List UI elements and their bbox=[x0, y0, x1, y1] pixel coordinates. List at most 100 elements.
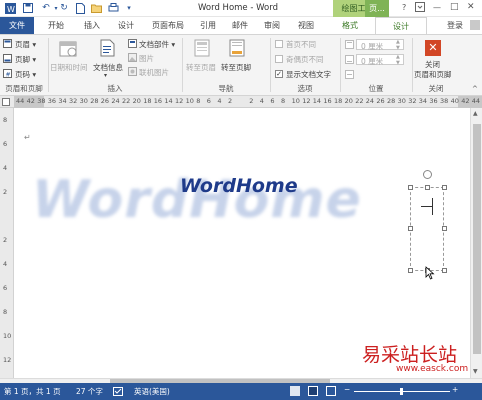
goto-footer-button[interactable]: 转至页脚 bbox=[221, 62, 251, 73]
footer-button[interactable]: 页脚 ▾ bbox=[15, 54, 36, 65]
wordart-text[interactable]: WordHome bbox=[180, 175, 298, 197]
print-preview-icon[interactable] bbox=[107, 2, 119, 14]
web-layout-icon[interactable] bbox=[326, 386, 336, 396]
tab-format[interactable]: 格式 bbox=[333, 17, 367, 34]
header-position-spinner-icon[interactable]: ▲ ▼ bbox=[396, 39, 400, 51]
minimize-button[interactable]: — bbox=[433, 3, 441, 12]
document-info-icon bbox=[99, 39, 117, 57]
resize-handle-bottom-left[interactable] bbox=[408, 268, 413, 273]
footer-position-spinner-icon[interactable]: ▲ ▼ bbox=[396, 54, 400, 66]
ruler-number: 10 bbox=[291, 97, 300, 105]
read-mode-icon[interactable] bbox=[290, 386, 300, 396]
tab-insert[interactable]: 插入 bbox=[76, 17, 108, 34]
footer-position-input[interactable]: 0 厘米 ▲ ▼ bbox=[356, 54, 404, 66]
sign-in-link[interactable]: 登录 bbox=[440, 17, 470, 34]
vertical-ruler-number: 10 bbox=[3, 332, 12, 340]
tab-file[interactable]: 文件 bbox=[0, 17, 34, 34]
selected-textbox[interactable] bbox=[410, 187, 444, 271]
tab-home[interactable]: 开始 bbox=[40, 17, 72, 34]
ruler-number: 2 bbox=[249, 97, 254, 105]
site-watermark-cn: 易采站长站 bbox=[362, 344, 458, 366]
ruler-number: 6 bbox=[270, 97, 275, 105]
footer-position-icon bbox=[345, 55, 354, 64]
zoom-out-icon[interactable]: − bbox=[344, 385, 350, 394]
open-folder-icon[interactable] bbox=[90, 2, 102, 14]
redo-icon[interactable]: ↻ bbox=[58, 2, 70, 14]
scroll-down-icon[interactable]: ▼ bbox=[473, 368, 478, 375]
tab-review[interactable]: 审阅 bbox=[258, 17, 286, 34]
tab-design[interactable]: 设计 bbox=[110, 17, 142, 34]
quick-parts-button[interactable]: 文档部件 ▾ bbox=[139, 39, 175, 50]
different-first-page-checkbox[interactable] bbox=[275, 40, 283, 48]
ruler-number: 4 bbox=[217, 97, 222, 105]
scrollbar-thumb[interactable] bbox=[473, 124, 481, 354]
different-odd-even-checkbox[interactable] bbox=[275, 55, 283, 63]
ruler-number: 26 bbox=[376, 97, 385, 105]
word-count-status[interactable]: 27 个字 bbox=[76, 386, 103, 397]
vertical-scrollbar[interactable]: ▲ ▼ bbox=[470, 108, 482, 378]
resize-handle-top[interactable] bbox=[425, 185, 430, 190]
mouse-pointer-icon bbox=[425, 266, 435, 280]
tab-references[interactable]: 引用 bbox=[194, 17, 222, 34]
document-info-button[interactable]: 文档信息 bbox=[93, 62, 123, 73]
resize-handle-left[interactable] bbox=[408, 226, 413, 231]
quick-parts-icon bbox=[128, 39, 137, 48]
vertical-ruler-number: 2 bbox=[3, 236, 8, 244]
tab-page-layout[interactable]: 页面布局 bbox=[146, 17, 190, 34]
resize-handle-right[interactable] bbox=[442, 226, 447, 231]
title-bar: W ↶ ▾ ↻ ▾ Word Home - Word 绘图工具 页... ? —… bbox=[0, 0, 482, 17]
save-icon[interactable] bbox=[22, 2, 34, 14]
group-label-insert: 插入 bbox=[107, 84, 123, 93]
insert-alignment-tab-icon[interactable] bbox=[345, 70, 354, 79]
zoom-slider-thumb[interactable] bbox=[400, 388, 403, 395]
document-area[interactable]: ↵ WordHome WordHome 易采站长站 www.easck.com bbox=[14, 108, 470, 378]
group-divider bbox=[270, 38, 271, 92]
resize-handle-top-left[interactable] bbox=[408, 185, 413, 190]
horizontal-ruler[interactable]: 44 42 38 36 34 32 30 28 26 24 22 20 18 16 14 12 10 8 6 4 2 2 4… bbox=[0, 96, 482, 108]
tab-selector-icon[interactable] bbox=[2, 98, 10, 106]
zoom-in-icon[interactable]: + bbox=[452, 385, 458, 394]
header-position-input[interactable]: 0 厘米 ▲ ▼ bbox=[356, 39, 404, 51]
header-button[interactable]: 页眉 ▾ bbox=[15, 39, 36, 50]
online-picture-button[interactable]: 联机图片 bbox=[139, 67, 169, 78]
text-cursor bbox=[432, 198, 433, 215]
close-window-button[interactable]: ✕ bbox=[467, 2, 475, 12]
proofing-icon[interactable] bbox=[113, 387, 123, 396]
tab-view[interactable]: 视图 bbox=[292, 17, 320, 34]
tab-mailings[interactable]: 邮件 bbox=[226, 17, 254, 34]
goto-footer-icon bbox=[228, 39, 246, 57]
scroll-up-icon[interactable]: ▲ bbox=[473, 110, 478, 117]
collapse-ribbon-icon[interactable]: ^ bbox=[472, 85, 478, 93]
ruler-number: 18 bbox=[334, 97, 343, 105]
ruler-number: 8 bbox=[196, 97, 201, 105]
page-number-icon: # bbox=[3, 69, 13, 79]
ruler-number: 4 bbox=[259, 97, 264, 105]
resize-handle-bottom-right[interactable] bbox=[442, 268, 447, 273]
goto-header-icon bbox=[193, 39, 211, 57]
page-number-button[interactable]: 页码 ▾ bbox=[15, 69, 36, 80]
close-header-footer-label-2[interactable]: 页眉和页脚 bbox=[414, 69, 452, 80]
word-app-icon[interactable]: W bbox=[4, 2, 16, 14]
tab-design-active[interactable]: 设计 bbox=[375, 17, 427, 34]
group-divider bbox=[182, 38, 183, 92]
close-header-footer-icon[interactable]: ✕ bbox=[425, 40, 441, 56]
ruler-number: 12 bbox=[175, 97, 184, 105]
resize-handle-top-right[interactable] bbox=[442, 185, 447, 190]
rotate-handle[interactable] bbox=[423, 170, 432, 179]
goto-header-button[interactable]: 转至页眉 bbox=[186, 62, 216, 73]
language-status[interactable]: 英语(美国) bbox=[134, 386, 170, 397]
ruler-number: 8 bbox=[281, 97, 286, 105]
ruler-number: 14 bbox=[164, 97, 173, 105]
help-button[interactable]: ? bbox=[402, 3, 406, 12]
date-time-button[interactable]: 日期和时间 bbox=[50, 62, 88, 73]
show-document-text-checkbox[interactable]: ✓ bbox=[275, 70, 283, 78]
vertical-ruler[interactable]: 8 6 4 2 2 4 6 8 10 12 bbox=[0, 108, 14, 378]
customize-qat-icon[interactable]: ▾ bbox=[123, 2, 135, 14]
new-document-icon[interactable] bbox=[74, 2, 86, 14]
print-layout-icon[interactable] bbox=[308, 386, 318, 396]
maximize-button[interactable]: □ bbox=[450, 2, 459, 12]
avatar[interactable] bbox=[470, 20, 480, 30]
ribbon-display-options-icon[interactable] bbox=[415, 2, 425, 12]
picture-button[interactable]: 图片 bbox=[139, 53, 154, 64]
page-count-status[interactable]: 第 1 页，共 1 页 bbox=[4, 386, 61, 397]
